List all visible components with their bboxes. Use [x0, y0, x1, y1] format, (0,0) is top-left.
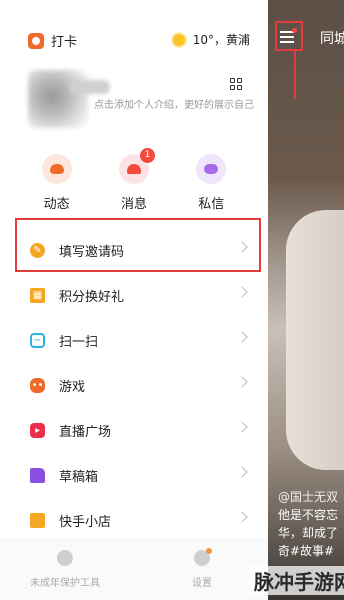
quick-action-private-messages[interactable]: 私信 [181, 148, 241, 212]
checkin-label: 打卡 [51, 35, 78, 50]
side-drawer: 打卡 10°，黄浦 点击添加个人介绍，更好的展示自己 动态 1 消息 私信 ✎ … [0, 0, 268, 600]
red-arrow-indicator [294, 51, 296, 99]
menu-item-scan[interactable]: − 扫一扫 [0, 318, 268, 363]
invite-code-highlight-box [15, 218, 261, 272]
menu-item-label: 快手小店 [59, 515, 112, 530]
notification-badge: 1 [139, 148, 155, 163]
tab-local[interactable]: 同城 [320, 28, 344, 48]
quick-action-label: 私信 [198, 197, 225, 212]
drawer-bottombar: 未成年保护工具 设置 [0, 538, 268, 600]
gamepad-icon: •• [30, 378, 45, 393]
profile-bio[interactable]: 点击添加个人介绍，更好的展示自己 [94, 98, 254, 113]
menu-item-points-gifts[interactable]: ▦ 积分换好礼 [0, 273, 268, 318]
sun-icon [172, 33, 185, 46]
menu-item-games[interactable]: •• 游戏 [0, 363, 268, 408]
menu-item-drafts[interactable]: 草稿箱 [0, 453, 268, 498]
shop-icon [30, 513, 45, 528]
live-icon: ▶ [30, 423, 45, 438]
chevron-right-icon [236, 376, 248, 388]
gear-icon [194, 548, 212, 566]
planet-icon [41, 154, 72, 184]
quick-actions: 动态 1 消息 私信 [0, 148, 268, 212]
profile-section[interactable]: 点击添加个人介绍，更好的展示自己 [0, 62, 268, 142]
folder-icon [30, 468, 45, 483]
drawer-menu: ✎ 填写邀请码 ▦ 积分换好礼 − 扫一扫 •• 游戏 ▶ 直播广场 草稿箱 快… [0, 228, 268, 543]
quick-action-dynamic[interactable]: 动态 [27, 148, 87, 212]
chat-icon [196, 154, 227, 184]
chevron-right-icon [236, 421, 248, 433]
quick-action-label: 消息 [120, 197, 147, 212]
hamburger-highlight-box [275, 21, 303, 51]
settings-button[interactable]: 设置 [192, 548, 212, 589]
caption-line: 他是不容忘 [278, 508, 339, 522]
watermark-text: 脉冲手游网 [250, 566, 344, 595]
quick-action-messages[interactable]: 1 消息 [104, 148, 164, 212]
menu-item-label: 积分换好礼 [59, 290, 125, 305]
caption-line: 奇#故事# [278, 544, 335, 558]
chevron-right-icon [236, 286, 248, 298]
caption-author[interactable]: @国士无双 [278, 488, 344, 506]
menu-item-label: 直播广场 [59, 425, 112, 440]
menu-item-shop[interactable]: 快手小店 [0, 498, 268, 543]
checkin-icon [28, 32, 44, 49]
youth-protection-icon [57, 550, 73, 566]
caption-line: 华，却成了 [278, 526, 339, 540]
settings-label: 设置 [192, 578, 212, 589]
weather-text: 10°，黄浦 [192, 33, 250, 47]
menu-item-label: 草稿箱 [59, 470, 99, 485]
menu-item-label: 游戏 [59, 380, 86, 395]
chevron-right-icon [236, 466, 248, 478]
avatar[interactable] [28, 70, 88, 128]
username-blurred [70, 80, 110, 94]
video-frame-person [286, 210, 344, 470]
menu-item-label: 扫一扫 [59, 335, 99, 350]
chevron-right-icon [236, 511, 248, 523]
video-background[interactable]: 同城 @国士无双 他是不容忘 华，却成了 奇#故事# [268, 0, 344, 600]
scan-icon: − [30, 333, 45, 348]
menu-item-live-plaza[interactable]: ▶ 直播广场 [0, 408, 268, 453]
youth-protection-button[interactable]: 未成年保护工具 [30, 550, 100, 589]
chevron-right-icon [236, 331, 248, 343]
qr-code-icon[interactable] [230, 78, 242, 90]
quick-action-label: 动态 [43, 197, 70, 212]
youth-protection-label: 未成年保护工具 [30, 578, 100, 589]
checkin-button[interactable]: 打卡 [28, 31, 77, 50]
gift-icon: ▦ [30, 288, 45, 303]
video-caption: @国士无双 他是不容忘 华，却成了 奇#故事# [278, 488, 344, 560]
weather-info[interactable]: 10°，黄浦 [172, 31, 250, 48]
